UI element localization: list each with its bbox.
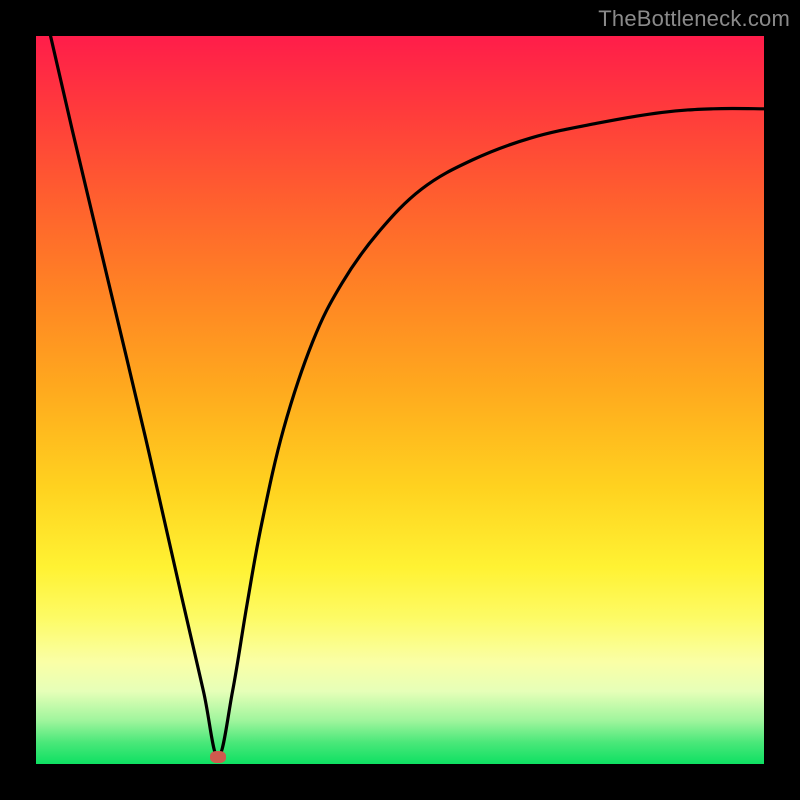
chart-frame: TheBottleneck.com xyxy=(0,0,800,800)
optimal-point-marker xyxy=(210,751,226,763)
plot-area xyxy=(36,36,764,764)
bottleneck-curve xyxy=(36,36,764,764)
watermark-text: TheBottleneck.com xyxy=(598,6,790,32)
